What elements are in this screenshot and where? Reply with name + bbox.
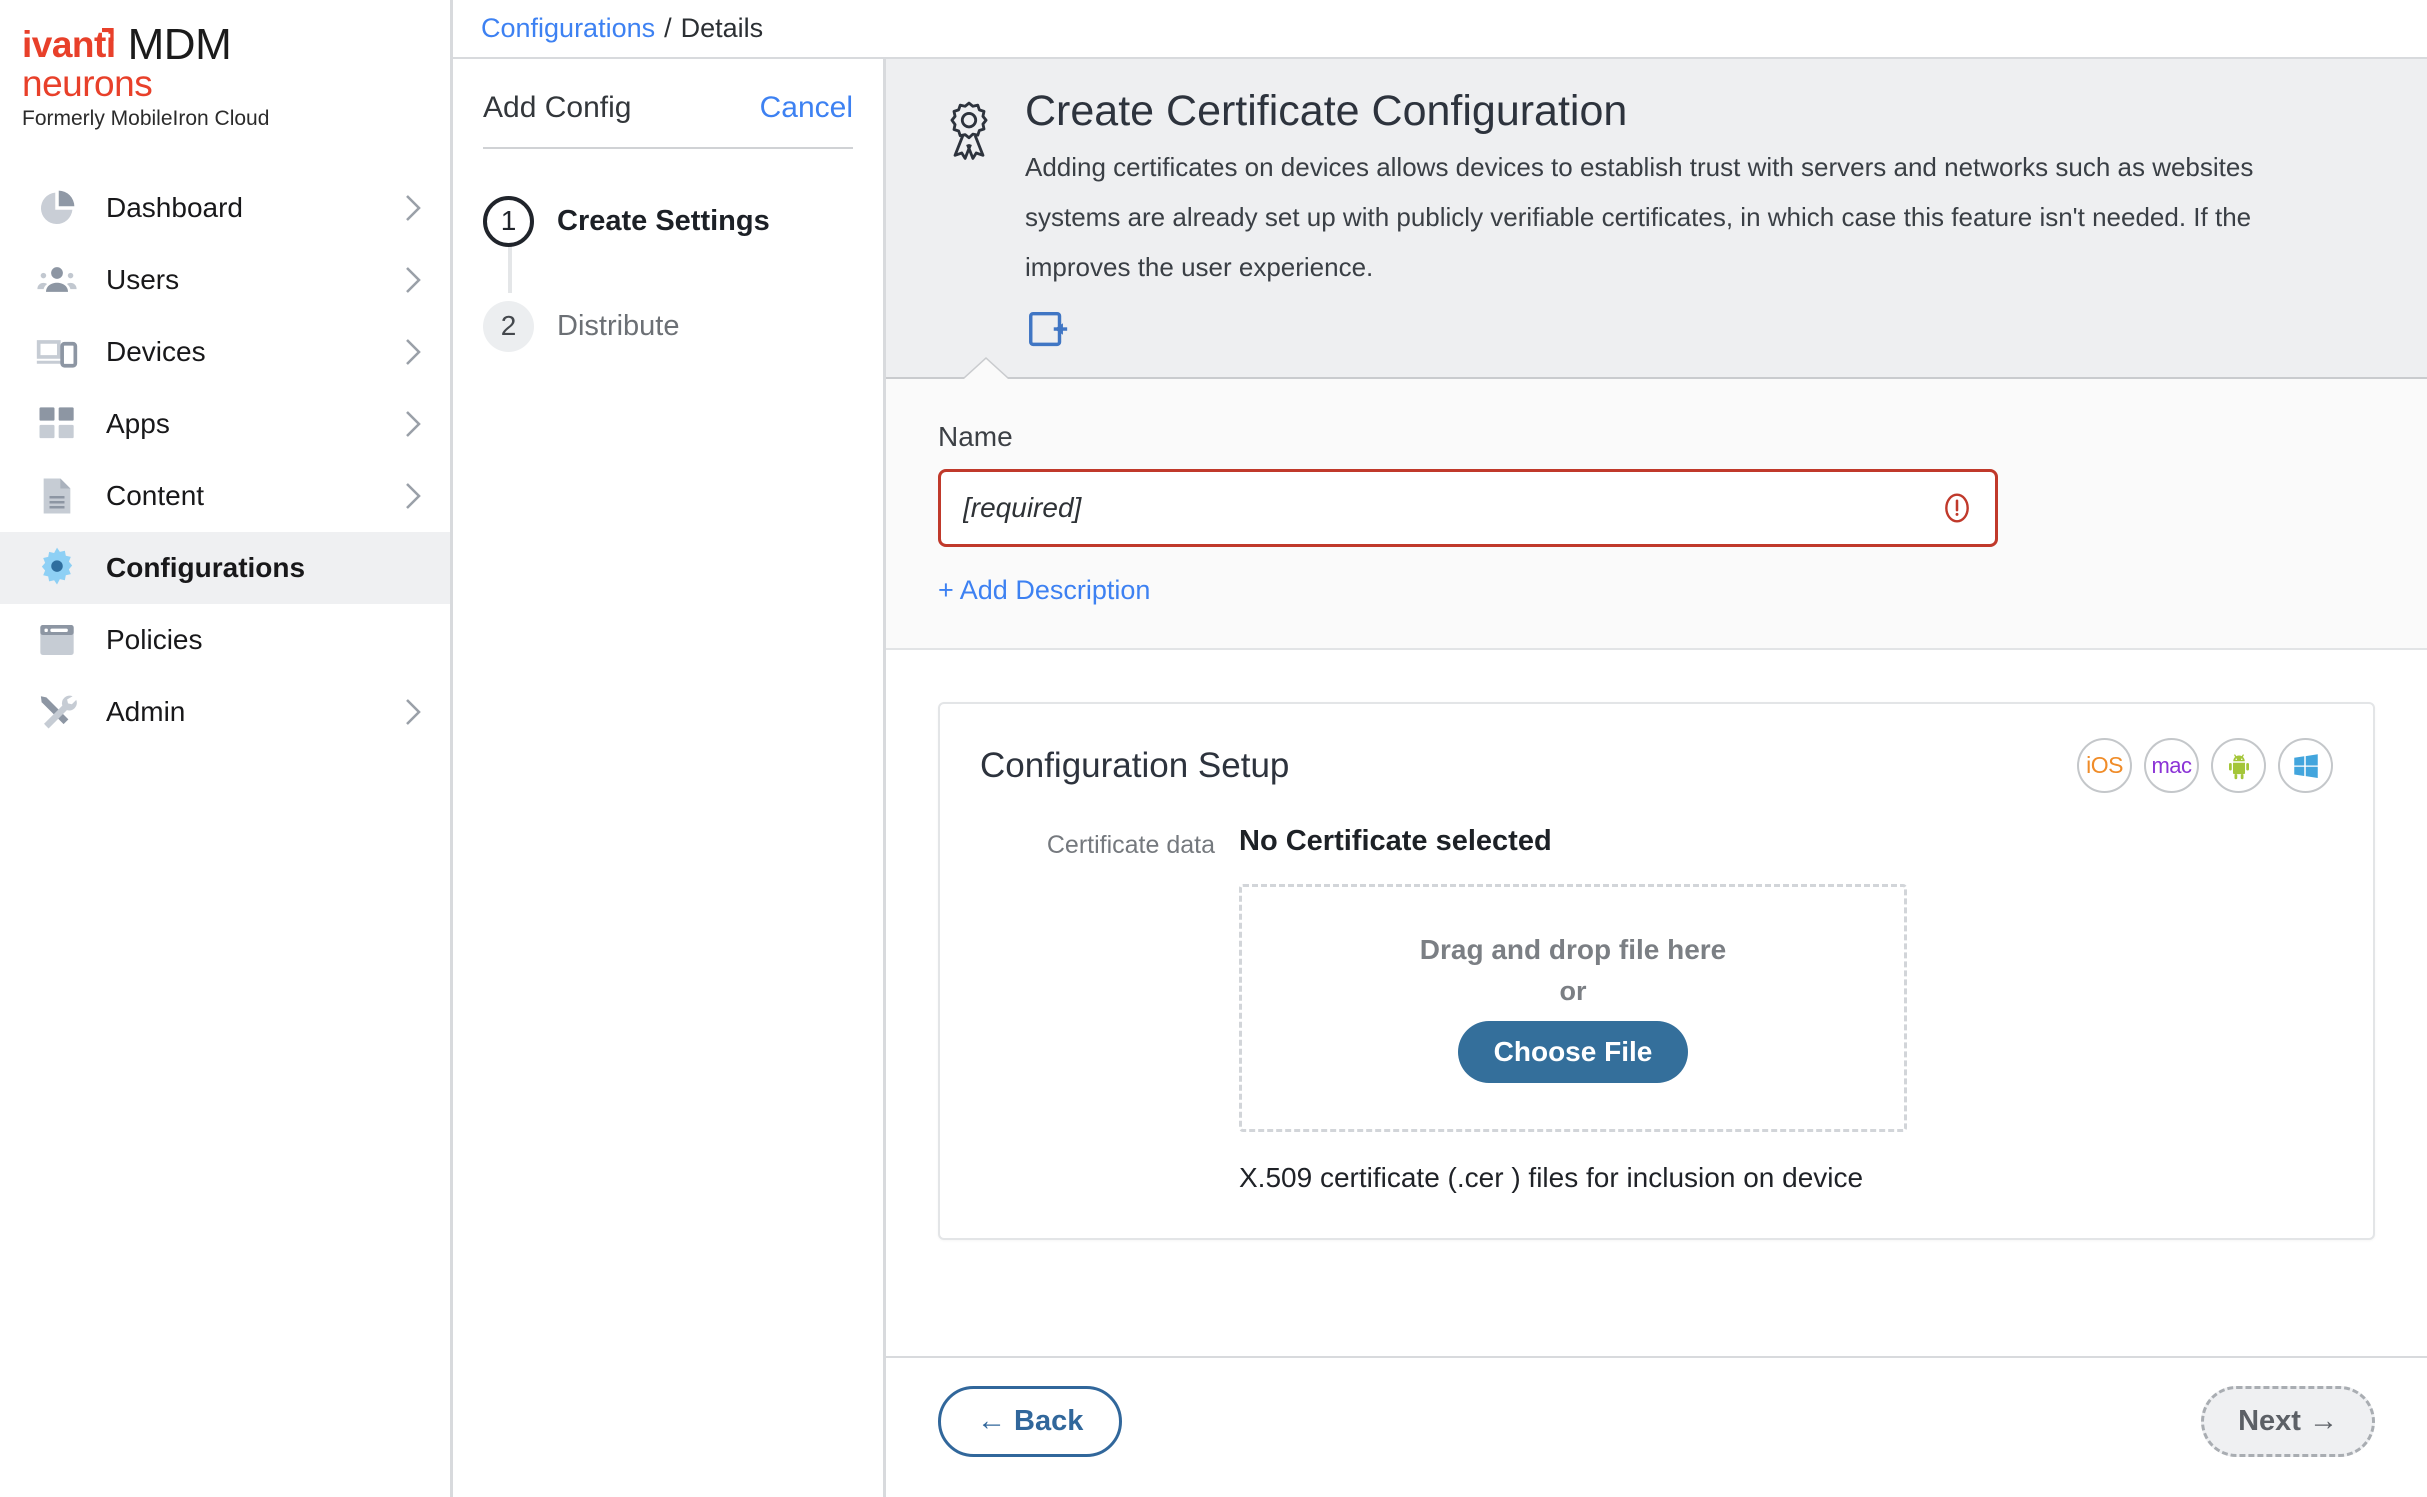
android-platform-icon[interactable] [2211, 738, 2266, 793]
brand-product-label: MDM [128, 26, 232, 64]
sidebar-item-configurations[interactable]: Configurations [0, 532, 450, 604]
breadcrumb-link-configurations[interactable]: Configurations [481, 13, 655, 44]
back-button[interactable]: ← Back [938, 1386, 1122, 1457]
name-input[interactable] [963, 492, 1941, 524]
chevron-right-icon[interactable] [402, 263, 424, 297]
sidebar-item-dashboard[interactable]: Dashboard [0, 172, 450, 244]
configuration-setup-card: Configuration Setup iOS mac [938, 702, 2375, 1240]
wizard-step-distribute[interactable]: 2 Distribute [483, 296, 853, 356]
exclamation-circle-icon [1941, 492, 1973, 524]
info-panel-top: Create Certificate Configuration Adding … [938, 85, 2427, 287]
sidebar-item-content[interactable]: Content [0, 460, 450, 532]
sidebar-item-apps[interactable]: Apps [0, 388, 450, 460]
file-type-hint: X.509 certificate (.cer ) files for incl… [1239, 1162, 2333, 1194]
info-panel: Create Certificate Configuration Adding … [886, 59, 2427, 379]
sidebar-item-users[interactable]: Users [0, 244, 450, 316]
step-number-badge: 1 [483, 196, 534, 247]
wizard-step-create-settings[interactable]: 1 Create Settings [483, 191, 853, 251]
document-icon [34, 473, 80, 519]
name-input-wrapper[interactable] [938, 469, 1998, 547]
macos-platform-label: mac [2151, 753, 2191, 779]
sidebar-item-label: Configurations [106, 552, 305, 584]
chevron-right-icon[interactable] [402, 479, 424, 513]
sidebar-item-admin[interactable]: Admin [0, 676, 450, 748]
chevron-right-icon[interactable] [402, 191, 424, 225]
sidebar: ivanti MDM neurons Formerly MobileIron C… [0, 0, 453, 1497]
wizard-steps: 1 Create Settings 2 Distribute [483, 191, 853, 356]
next-button[interactable]: Next → [2201, 1386, 2375, 1457]
certificate-data-body: No Certificate selected Drag and drop fi… [1239, 825, 2333, 1194]
breadcrumb-current: Details [681, 13, 764, 44]
collapse-panel-icon[interactable] [1025, 307, 1071, 353]
sidebar-item-label: Content [106, 480, 204, 512]
file-dropzone[interactable]: Drag and drop file here or Choose File [1239, 884, 1907, 1132]
info-description-line-1: Adding certificates on devices allows de… [1025, 147, 2427, 187]
certificate-ribbon-icon [938, 99, 1000, 166]
sidebar-item-devices[interactable]: Devices [0, 316, 450, 388]
name-field-block: Name + Add Description [886, 379, 2427, 650]
sidebar-item-label: Policies [106, 624, 202, 656]
cancel-button[interactable]: Cancel [760, 91, 853, 125]
gear-icon [34, 545, 80, 591]
brand-ivanti-label: ivanti [22, 24, 116, 65]
content-panel: Create Certificate Configuration Adding … [886, 57, 2427, 1497]
dropzone-drag-text: Drag and drop file here [1420, 934, 1727, 966]
certificate-data-label: Certificate data [980, 825, 1215, 860]
add-description-button[interactable]: + Add Description [938, 575, 1150, 606]
sidebar-item-policies[interactable]: Policies [0, 604, 450, 676]
devices-icon [34, 329, 80, 375]
configuration-setup-header: Configuration Setup iOS mac [980, 738, 2333, 793]
ios-platform-label: iOS [2086, 752, 2123, 779]
sidebar-item-label: Admin [106, 696, 185, 728]
chevron-right-icon[interactable] [402, 407, 424, 441]
name-field-label: Name [938, 421, 2427, 453]
certificate-data-row: Certificate data No Certificate selected… [980, 825, 2333, 1194]
wizard-header: Add Config Cancel [483, 59, 853, 149]
step-connector-line [508, 246, 512, 293]
choose-file-button[interactable]: Choose File [1458, 1021, 1689, 1083]
step-number-badge: 2 [483, 301, 534, 352]
info-description-line-2: systems are already set up with publicly… [1025, 197, 2427, 237]
sidebar-item-label: Devices [106, 336, 206, 368]
pie-chart-icon [34, 185, 80, 231]
brand-ivanti-text: ivanti [22, 26, 116, 64]
brand-logo[interactable]: ivanti MDM neurons Formerly MobileIron C… [0, 0, 450, 132]
info-panel-texts: Create Certificate Configuration Adding … [1025, 85, 2427, 287]
page-title: Create Certificate Configuration [1025, 85, 2427, 137]
step-label: Distribute [557, 310, 680, 343]
configuration-setup-title: Configuration Setup [980, 746, 1289, 786]
brand-tagline: Formerly MobileIron Cloud [22, 106, 450, 132]
sidebar-item-label: Users [106, 264, 179, 296]
tools-icon [34, 689, 80, 735]
wizard-title: Add Config [483, 91, 631, 125]
macos-platform-icon[interactable]: mac [2144, 738, 2199, 793]
breadcrumb: Configurations / Details [453, 0, 2427, 57]
configuration-setup-area: Configuration Setup iOS mac [886, 650, 2427, 1356]
apps-grid-icon [34, 401, 80, 447]
ios-platform-icon[interactable]: iOS [2077, 738, 2132, 793]
wizard-panel: Add Config Cancel 1 Create Settings 2 Di… [453, 57, 886, 1497]
step-label: Create Settings [557, 205, 770, 238]
main-area: Configurations / Details Add Config Canc… [453, 0, 2427, 1497]
chevron-right-icon[interactable] [402, 695, 424, 729]
wizard-footer: ← Back Next → [886, 1356, 2427, 1497]
body-row: Add Config Cancel 1 Create Settings 2 Di… [453, 57, 2427, 1497]
brand-neurons-label: neurons [22, 64, 450, 104]
info-description-line-3: improves the user experience. [1025, 247, 2427, 287]
certificate-status-text: No Certificate selected [1239, 825, 2333, 858]
sidebar-item-label: Apps [106, 408, 170, 440]
brand-primary-line: ivanti MDM [22, 26, 450, 64]
windows-platform-icon[interactable] [2278, 738, 2333, 793]
users-icon [34, 257, 80, 303]
sidebar-item-label: Dashboard [106, 192, 243, 224]
panel-notch [964, 359, 1008, 379]
policies-icon [34, 617, 80, 663]
sidebar-nav: Dashboard Users [0, 172, 450, 748]
application-root: ivanti MDM neurons Formerly MobileIron C… [0, 0, 2427, 1497]
breadcrumb-separator: / [664, 13, 672, 44]
platform-badges: iOS mac [2077, 738, 2333, 793]
chevron-right-icon[interactable] [402, 335, 424, 369]
dropzone-or-text: or [1560, 976, 1587, 1007]
